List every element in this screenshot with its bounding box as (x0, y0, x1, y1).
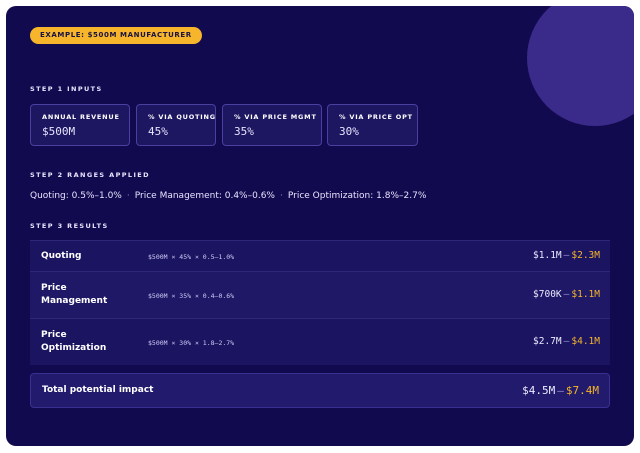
row-name: Price Optimization (41, 330, 107, 353)
range-dash: – (557, 384, 564, 397)
row-range: $700K – $1.1M (533, 289, 600, 300)
range-price-optimization: Price Optimization: 1.8%–2.7% (287, 191, 427, 201)
decorative-circle (527, 6, 634, 126)
example-badge: EXAMPLE: $500M MANUFACTURER (30, 27, 202, 44)
total-high: $7.4M (565, 384, 599, 397)
range-low: $700K (533, 289, 562, 300)
example-card: EXAMPLE: $500M MANUFACTURER STEP 1 INPUT… (6, 6, 634, 446)
row-name: Price Management (41, 283, 108, 306)
total-low: $4.5M (522, 384, 556, 397)
row-range: $1.1M – $2.3M (533, 250, 600, 261)
table-row: Quoting $500M × 45% × 0.5–1.0% $1.1M – $2.… (30, 240, 610, 271)
step1-title: STEP 1 INPUTS (30, 85, 103, 93)
table-row: Price Optimization $500M × 30% × 1.8–2.7… (30, 318, 610, 365)
range-high: $4.1M (571, 336, 600, 347)
total-impact: Total potential impact $4.5M – $7.4M (30, 373, 610, 408)
row-formula: $500M × 45% × 0.5–1.0% (148, 253, 235, 261)
range-high: $1.1M (571, 289, 600, 300)
row-formula: $500M × 35% × 0.4–0.6% (148, 292, 235, 300)
results-table: Quoting $500M × 45% × 0.5–1.0% $1.1M – $2.… (30, 240, 610, 365)
input-value: 35% (234, 125, 254, 138)
range-dash: – (563, 289, 570, 300)
input-value: 45% (148, 125, 168, 138)
input-price-mgmt-share: % VIA PRICE MGMT 35% (222, 104, 322, 146)
input-label: ANNUAL REVENUE (42, 113, 120, 121)
separator-dot: · (279, 191, 283, 201)
step2-title: STEP 2 RANGES APPLIED (30, 171, 150, 179)
input-label: % VIA PRICE OPT (339, 113, 413, 121)
input-value: 30% (339, 125, 359, 138)
range-dash: – (563, 336, 570, 347)
table-row: Price Management $500M × 35% × 0.4–0.6% … (30, 271, 610, 318)
row-name: Quoting (41, 251, 82, 261)
row-formula: $500M × 30% × 1.8–2.7% (148, 339, 235, 347)
total-range: $4.5M – $7.4M (522, 384, 599, 397)
input-label: % VIA PRICE MGMT (234, 113, 317, 121)
range-low: $2.7M (533, 336, 562, 347)
input-annual-revenue: ANNUAL REVENUE $500M (30, 104, 130, 146)
separator-dot: · (126, 191, 130, 201)
input-quoting-share: % VIA QUOTING 45% (136, 104, 216, 146)
input-value: $500M (42, 125, 76, 138)
range-dash: – (563, 250, 570, 261)
step3-title: STEP 3 RESULTS (30, 222, 109, 230)
range-high: $2.3M (571, 250, 600, 261)
input-label: % VIA QUOTING (148, 113, 216, 121)
range-price-management: Price Management: 0.4%–0.6% (134, 191, 275, 201)
row-range: $2.7M – $4.1M (533, 336, 600, 347)
range-low: $1.1M (533, 250, 562, 261)
total-label: Total potential impact (42, 385, 154, 395)
ranges-applied: Quoting: 0.5%–1.0% · Price Management: 0.4… (30, 191, 426, 201)
input-price-opt-share: % VIA PRICE OPT 30% (327, 104, 418, 146)
range-quoting: Quoting: 0.5%–1.0% (30, 191, 122, 201)
